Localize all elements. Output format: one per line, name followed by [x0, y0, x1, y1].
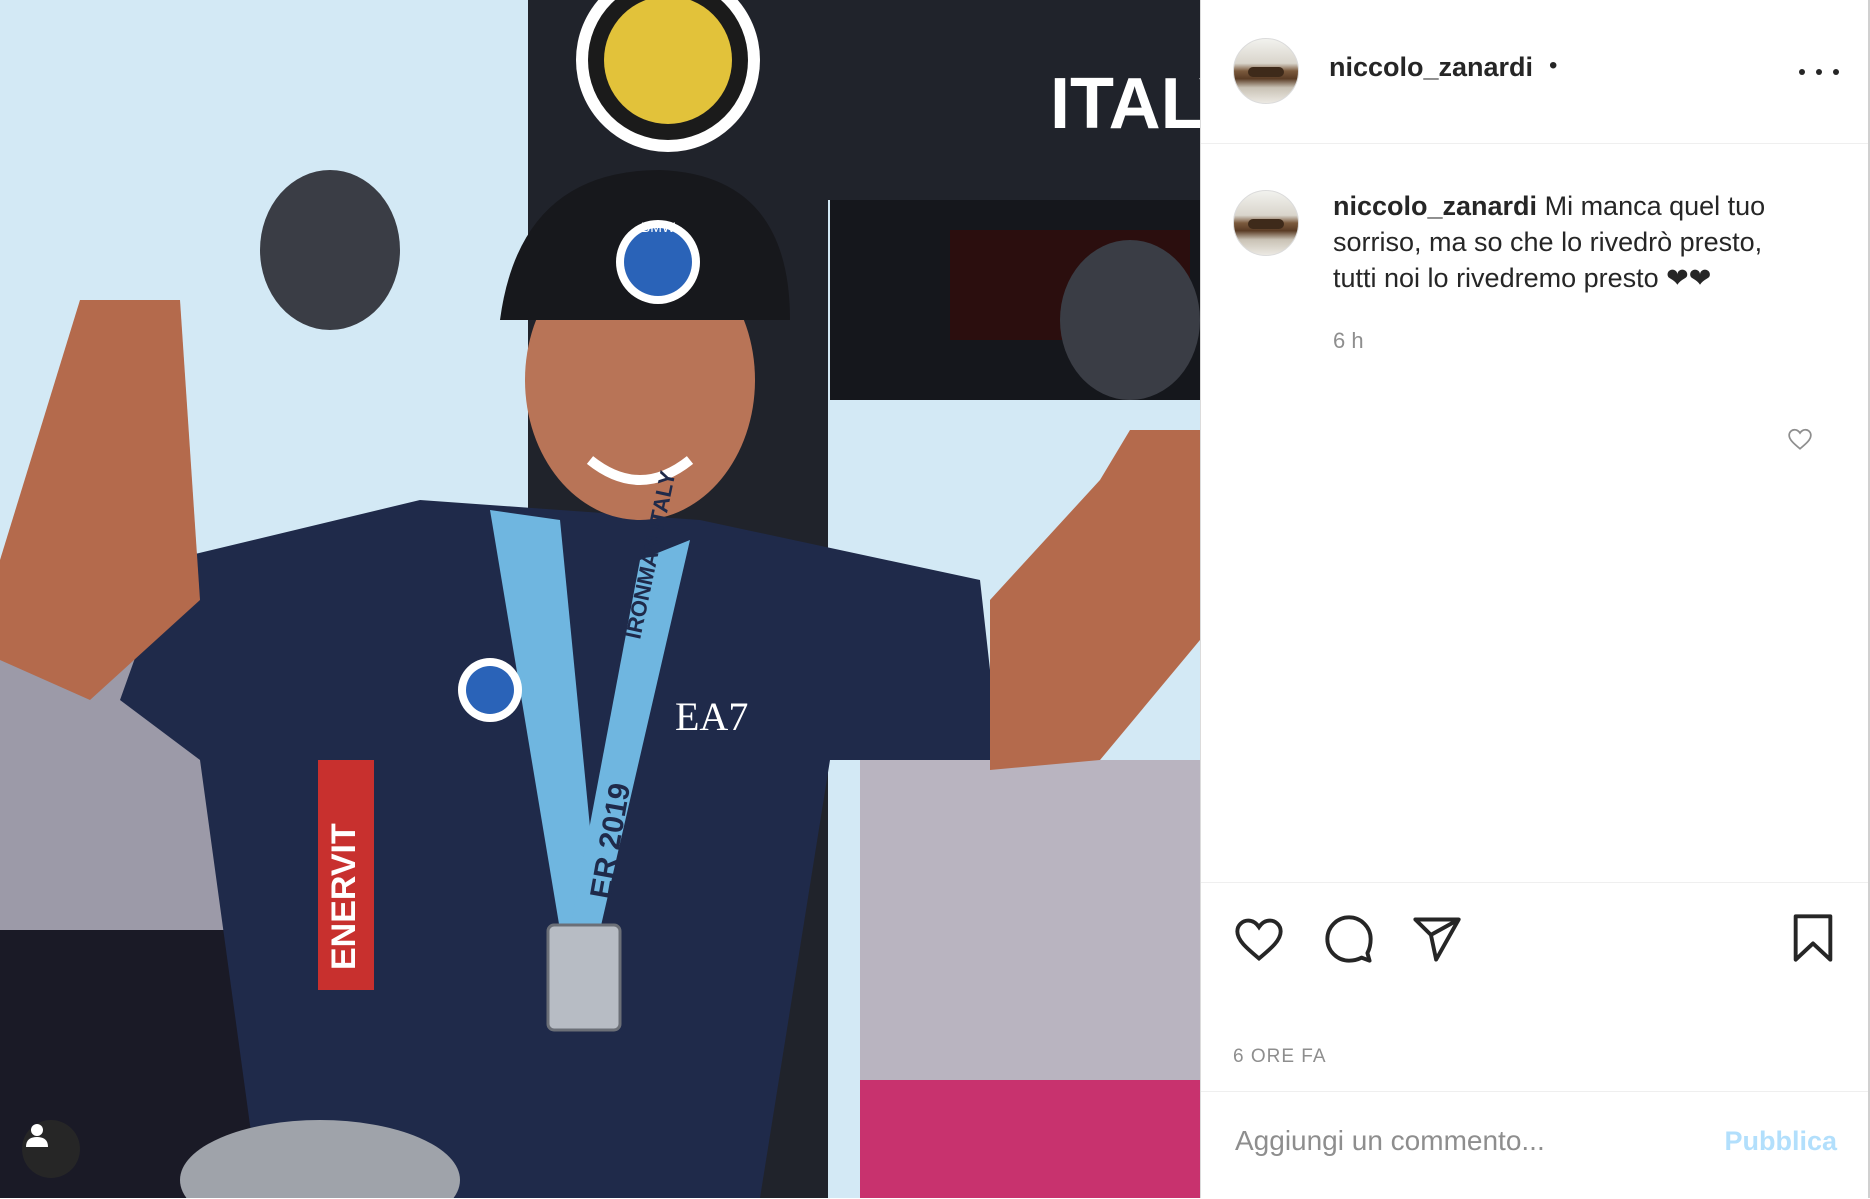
- left-glove: [260, 170, 400, 330]
- jersey-brand-text: ENERVIT: [325, 823, 363, 970]
- heart-icon[interactable]: [1233, 913, 1285, 965]
- person-icon: [26, 1124, 48, 1147]
- right-glove: [1060, 240, 1200, 400]
- caption-avatar[interactable]: [1233, 190, 1299, 256]
- user-tag-button[interactable]: [22, 1120, 80, 1178]
- comment-input[interactable]: [1233, 1116, 1717, 1166]
- add-comment-bar: Pubblica: [1201, 1091, 1869, 1199]
- post-side-panel: niccolo_zanardi • niccolo_zanardi Mi man…: [1200, 0, 1869, 1198]
- post-photo-illustration: ITALY BMW IRONMAN ITALY ER 2019: [0, 0, 1200, 1198]
- publish-button[interactable]: Pubblica: [1717, 1126, 1837, 1157]
- avatar[interactable]: [1233, 38, 1299, 104]
- medal: [546, 923, 622, 1032]
- paper-plane-icon[interactable]: [1411, 913, 1463, 965]
- post-caption: niccolo_zanardi Mi manca quel tuo sorris…: [1333, 188, 1813, 296]
- sign-text: ITALY: [1050, 64, 1200, 144]
- bookmark-icon[interactable]: [1787, 911, 1839, 965]
- caption-time[interactable]: 6 h: [1333, 328, 1364, 354]
- post-actions: [1201, 882, 1869, 1003]
- jersey-sponsor-text: EA7: [675, 694, 748, 739]
- post-header: niccolo_zanardi •: [1201, 0, 1869, 144]
- comment-like-heart-icon[interactable]: [1787, 426, 1813, 452]
- header-separator: •: [1549, 52, 1558, 79]
- helmet-logo: BMW: [641, 219, 676, 235]
- more-options-icon[interactable]: [1799, 60, 1839, 84]
- comments-area: niccolo_zanardi Mi manca quel tuo sorris…: [1201, 144, 1869, 882]
- post-photo[interactable]: ITALY BMW IRONMAN ITALY ER 2019: [0, 0, 1200, 1198]
- post-timestamp[interactable]: 6 ORE FA: [1233, 1046, 1327, 1068]
- caption-username[interactable]: niccolo_zanardi: [1333, 191, 1537, 221]
- post-username[interactable]: niccolo_zanardi: [1329, 52, 1533, 83]
- comment-bubble-icon[interactable]: [1323, 913, 1375, 965]
